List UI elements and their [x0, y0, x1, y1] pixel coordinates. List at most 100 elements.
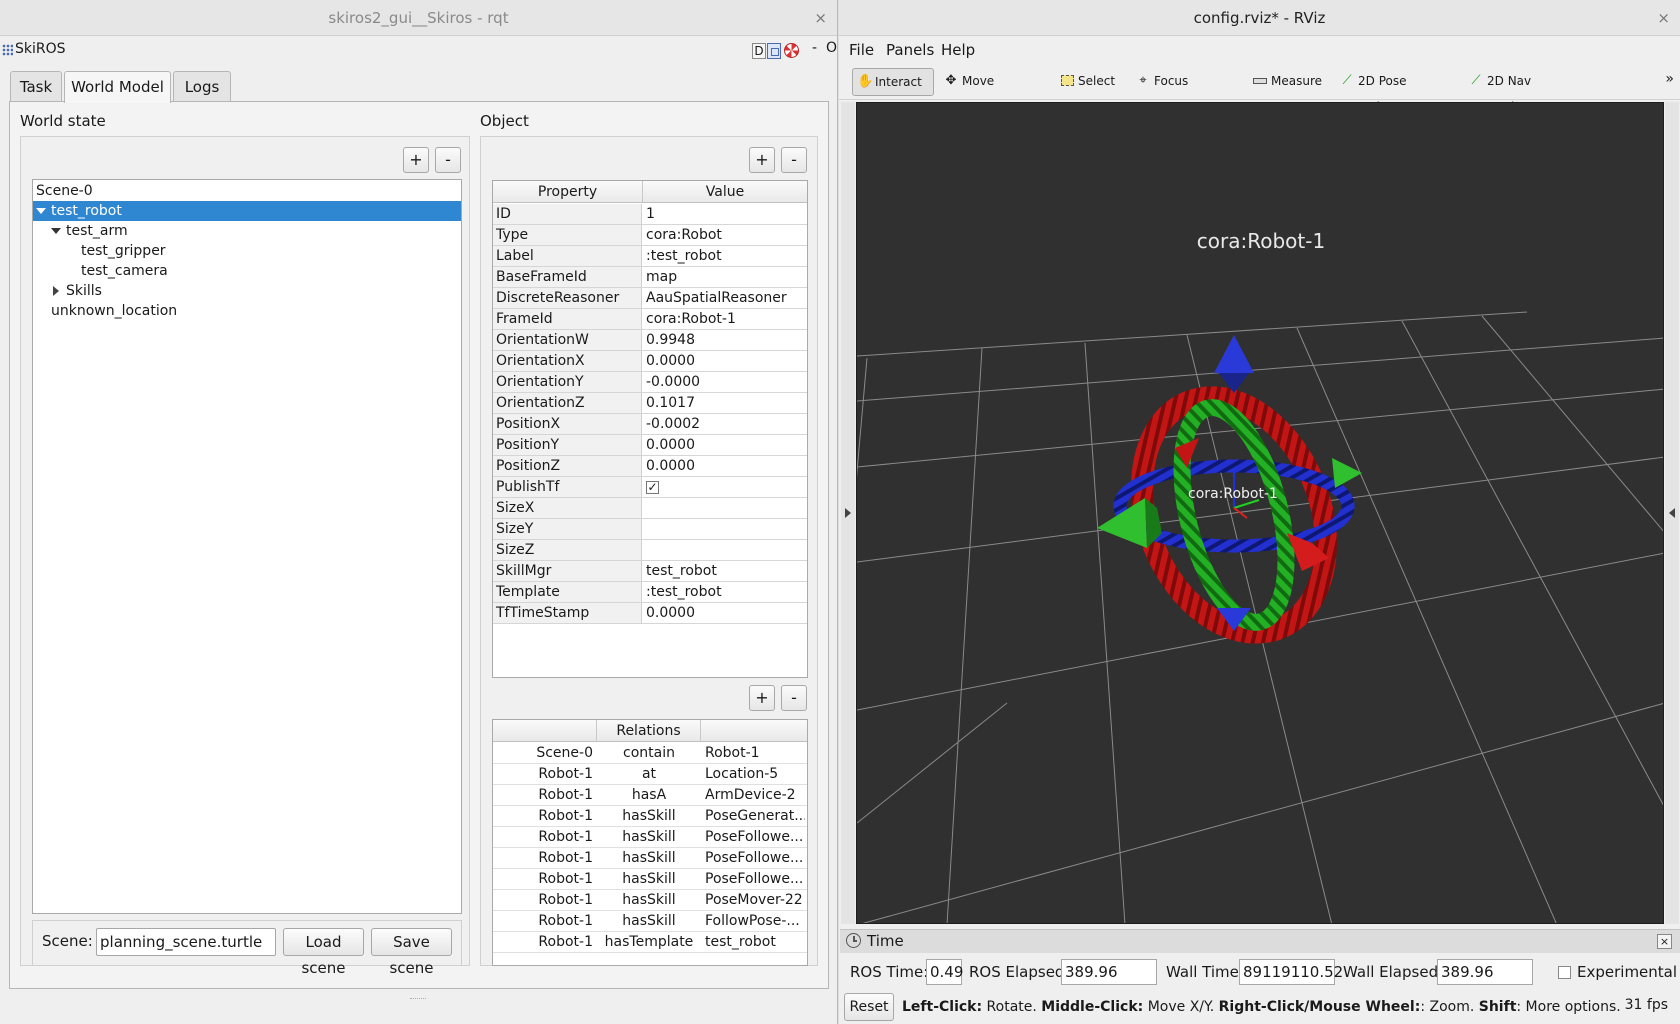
- relation-row[interactable]: Robot-1 hasSkill FollowPose-...: [493, 911, 807, 932]
- relation-add-button[interactable]: +: [749, 685, 775, 711]
- relation-row[interactable]: Robot-1 hasA ArmDevice-2: [493, 785, 807, 806]
- property-row[interactable]: TfTimeStamp 0.0000: [493, 603, 807, 624]
- publish-tf-checkbox[interactable]: ✓: [646, 481, 659, 494]
- property-remove-button[interactable]: -: [781, 147, 807, 173]
- time-panel-close-icon[interactable]: ×: [1657, 934, 1672, 949]
- column-header-value[interactable]: Value: [643, 181, 807, 203]
- rviz-title-bar[interactable]: config.rviz* - RViz ×: [839, 0, 1680, 36]
- toolbar-overflow-icon[interactable]: »: [1665, 71, 1674, 87]
- resize-grip[interactable]: [410, 998, 426, 1001]
- tab-task[interactable]: Task: [10, 71, 62, 102]
- tool-focus-camera[interactable]: ⌖ Focus Camera: [1132, 68, 1237, 115]
- tool-measure[interactable]: Measure: [1249, 68, 1324, 96]
- property-value[interactable]: -0.0002: [643, 414, 806, 434]
- tab-world-model[interactable]: World Model: [64, 71, 171, 103]
- property-row[interactable]: SizeZ: [493, 540, 807, 561]
- property-row[interactable]: SkillMgr test_robot: [493, 561, 807, 582]
- property-add-button[interactable]: +: [749, 147, 775, 173]
- property-value[interactable]: [643, 519, 806, 539]
- relation-row[interactable]: Robot-1 hasTemplate test_robot: [493, 932, 807, 953]
- render-viewport[interactable]: cora:Robot-1 cora:Robot-1: [856, 102, 1664, 924]
- tool-select[interactable]: Select: [1056, 68, 1116, 96]
- property-row[interactable]: PositionZ 0.0000: [493, 456, 807, 477]
- property-row[interactable]: OrientationY -0.0000: [493, 372, 807, 393]
- property-value[interactable]: 1: [643, 204, 806, 224]
- property-value[interactable]: [643, 498, 806, 518]
- tool-2d-nav-goal[interactable]: ⟋ 2D Nav Goal: [1465, 68, 1561, 115]
- right-dock-handle[interactable]: [1665, 102, 1679, 924]
- property-row[interactable]: SizeX: [493, 498, 807, 519]
- collapsed-arrow-icon[interactable]: [53, 286, 59, 296]
- experimental-checkbox[interactable]: [1558, 966, 1571, 979]
- tree-item-test-camera[interactable]: test_camera: [33, 261, 461, 281]
- menu-file[interactable]: File: [849, 41, 874, 59]
- y-axis-right-arrow[interactable]: [1332, 458, 1362, 488]
- property-value[interactable]: 0.1017: [643, 393, 806, 413]
- property-row[interactable]: Template:test_robot: [493, 582, 807, 603]
- property-table[interactable]: Property Value ID 1 Type cora:Robot Label:te…: [492, 180, 808, 678]
- property-row[interactable]: DiscreteReasoner AauSpatialReasoner: [493, 288, 807, 309]
- property-row[interactable]: OrientationW 0.9948: [493, 330, 807, 351]
- property-row[interactable]: PositionX -0.0002: [493, 414, 807, 435]
- load-scene-button[interactable]: Load scene: [283, 928, 364, 977]
- property-value[interactable]: cora:Robot-1: [643, 309, 806, 329]
- tab-logs[interactable]: Logs: [173, 71, 231, 102]
- relation-row[interactable]: Robot-1 hasSkill PoseMover-22: [493, 890, 807, 911]
- relations-table[interactable]: Relations Scene-0 contain Robot-1 Robot-1 at…: [492, 719, 808, 966]
- rviz-close-icon[interactable]: ×: [1657, 0, 1670, 36]
- tree-item-skills[interactable]: Skills: [33, 281, 461, 301]
- property-value[interactable]: cora:Robot: [643, 225, 806, 245]
- left-dock-handle[interactable]: [841, 102, 855, 924]
- tool-2d-pose-estimate[interactable]: ⟋ 2D Pose Estimate: [1336, 68, 1456, 115]
- property-value[interactable]: map: [643, 267, 806, 287]
- property-row[interactable]: Label:test_robot: [493, 246, 807, 267]
- world-remove-button[interactable]: -: [435, 147, 461, 173]
- property-value[interactable]: 0.0000: [643, 603, 806, 623]
- property-value[interactable]: 0.0000: [643, 351, 806, 371]
- menu-help[interactable]: Help: [941, 41, 975, 59]
- property-row[interactable]: PositionY 0.0000: [493, 435, 807, 456]
- tree-item-test-robot[interactable]: test_robot: [33, 201, 461, 221]
- tree-item-unknown-location[interactable]: unknown_location: [33, 301, 461, 321]
- property-row[interactable]: OrientationZ 0.1017: [493, 393, 807, 414]
- plugin-grip-icon[interactable]: [2, 44, 13, 56]
- relation-remove-button[interactable]: -: [781, 685, 807, 711]
- column-header-object[interactable]: [701, 720, 807, 742]
- property-value[interactable]: 0.0000: [643, 435, 806, 455]
- property-value[interactable]: :test_robot: [643, 246, 806, 266]
- column-header-subject[interactable]: [493, 720, 597, 742]
- property-row[interactable]: FrameId cora:Robot-1: [493, 309, 807, 330]
- property-value[interactable]: ✓: [643, 477, 806, 497]
- property-row[interactable]: BaseFrameId map: [493, 267, 807, 288]
- property-row[interactable]: Type cora:Robot: [493, 225, 807, 246]
- ros-time-field[interactable]: 0.49: [926, 959, 963, 985]
- plugin-minimize-button[interactable]: -: [812, 40, 817, 56]
- z-axis-up-arrow[interactable]: [1214, 335, 1254, 373]
- tree-item-test-arm[interactable]: test_arm: [33, 221, 461, 241]
- relation-row[interactable]: Robot-1 hasSkill PoseFollowe...: [493, 827, 807, 848]
- column-header-relations[interactable]: Relations: [597, 720, 701, 742]
- relation-row[interactable]: Robot-1 hasSkill PoseFollowe...: [493, 848, 807, 869]
- world-state-tree[interactable]: Scene-0 test_robot test_arm test_gripper…: [32, 179, 462, 914]
- ros-elapsed-field[interactable]: 389.96: [1061, 959, 1157, 985]
- property-value[interactable]: -0.0000: [643, 372, 806, 392]
- wall-time-field[interactable]: 89119110.52: [1239, 959, 1343, 985]
- property-value[interactable]: 0.9948: [643, 330, 806, 350]
- world-add-button[interactable]: +: [403, 147, 429, 173]
- time-panel-header[interactable]: Time ×: [840, 929, 1680, 953]
- tree-item-test-gripper[interactable]: test_gripper: [33, 241, 461, 261]
- reset-button[interactable]: Reset: [844, 993, 894, 1021]
- plugin-close-button[interactable]: O: [826, 40, 837, 56]
- property-row[interactable]: ID 1: [493, 204, 807, 225]
- property-row[interactable]: SizeY: [493, 519, 807, 540]
- relation-row[interactable]: Scene-0 contain Robot-1: [493, 743, 807, 764]
- rqt-close-icon[interactable]: ×: [814, 0, 827, 36]
- save-scene-button[interactable]: Save scene: [371, 928, 452, 977]
- expanded-arrow-icon[interactable]: [36, 208, 46, 214]
- tool-interact[interactable]: ✋ Interact: [852, 68, 934, 96]
- property-value[interactable]: :test_robot: [643, 582, 806, 602]
- help-icon[interactable]: [784, 43, 799, 58]
- property-value[interactable]: [643, 540, 806, 560]
- property-row[interactable]: OrientationX 0.0000: [493, 351, 807, 372]
- column-header-property[interactable]: Property: [493, 181, 643, 203]
